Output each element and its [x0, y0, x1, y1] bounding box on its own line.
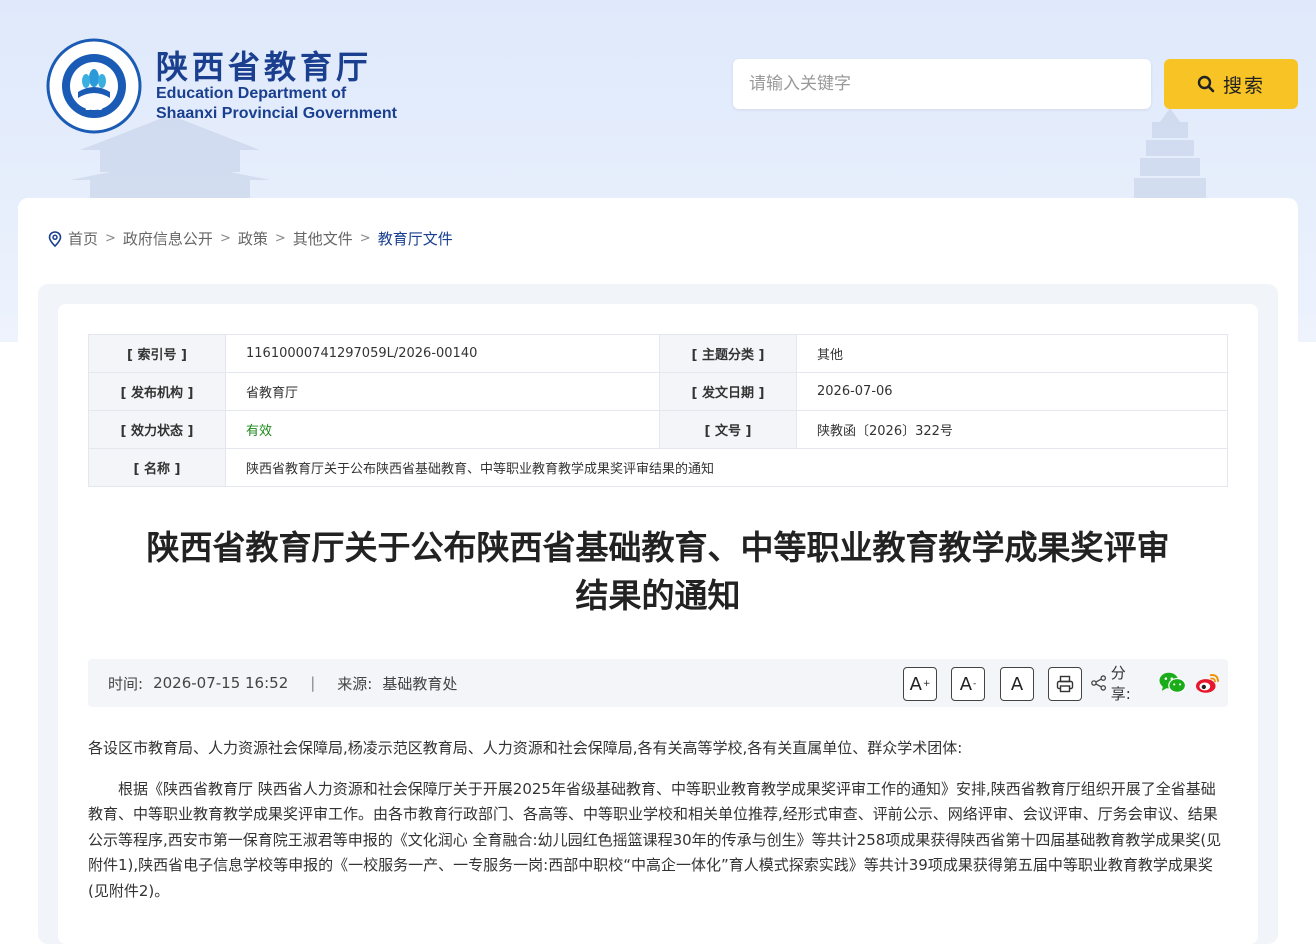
font-decrease-button[interactable]: A-	[951, 667, 985, 701]
doc-name-label: [ 名称 ]	[88, 448, 226, 487]
breadcrumb-separator: >	[274, 231, 286, 246]
article-title-line1: 陕西省教育厅关于公布陕西省基础教育、中等职业教育教学成果奖评审	[146, 528, 1170, 567]
article-meta: 时间: 2026-07-15 16:52 | 来源: 基础教育处	[108, 659, 457, 707]
breadcrumb-other-files[interactable]: 其他文件	[293, 228, 353, 249]
search-button-label: 搜索	[1222, 74, 1265, 97]
search-input[interactable]	[733, 59, 1151, 109]
print-button[interactable]	[1048, 667, 1082, 701]
category-value: 其他	[796, 334, 1228, 373]
breadcrumb-home[interactable]: 首页	[68, 228, 98, 249]
site-title-english-line1: Education Department of	[156, 85, 347, 102]
article-title: 陕西省教育厅关于公布陕西省基础教育、中等职业教育教学成果奖评审 结果的通知	[118, 524, 1198, 620]
weibo-icon[interactable]	[1195, 672, 1220, 694]
breadcrumb: 首页 > 政府信息公开 > 政策 > 其他文件 > 教育厅文件	[48, 228, 453, 249]
article-title-line2: 结果的通知	[575, 576, 741, 615]
article-paragraph: 各设区市教育局、人力资源社会保障局,杨凌示范区教育局、人力资源和社会保障局,各有…	[88, 739, 963, 757]
plus-icon: +	[922, 679, 931, 689]
wechat-icon[interactable]	[1159, 671, 1187, 695]
document-metadata-table: [ 索引号 ] 11610000741297059L/2026-00140 [ …	[88, 334, 1228, 487]
article-body: 各设区市教育局、人力资源社会保障局,杨凌示范区教育局、人力资源和社会保障局,各有…	[88, 736, 1228, 919]
breadcrumb-separator: >	[359, 231, 371, 246]
doc-name-value: 陕西省教育厅关于公布陕西省基础教育、中等职业教育教学成果奖评审结果的通知	[225, 448, 1228, 487]
font-increase-button[interactable]: A +	[903, 667, 937, 701]
breadcrumb-dept-files[interactable]: 教育厅文件	[378, 228, 453, 249]
category-label: [ 主题分类 ]	[659, 334, 797, 373]
breadcrumb-separator: >	[219, 231, 231, 246]
share-icon	[1091, 675, 1107, 691]
table-row: [ 名称 ] 陕西省教育厅关于公布陕西省基础教育、中等职业教育教学成果奖评审结果…	[88, 448, 1228, 487]
font-default-label: A	[1010, 673, 1024, 695]
svg-text:EDS: EDS	[85, 103, 103, 112]
table-row: [ 发布机构 ] 省教育厅 [ 发文日期 ] 2026-07-06	[88, 372, 1228, 411]
share-area: 分享:	[1091, 659, 1228, 707]
issue-date-value: 2026-07-06	[796, 372, 1228, 411]
site-title-english: Education Department of Shaanxi Provinci…	[156, 84, 397, 124]
breadcrumb-policy[interactable]: 政策	[238, 228, 268, 249]
index-no-value: 11610000741297059L/2026-00140	[225, 334, 660, 373]
source-value: 基础教育处	[382, 674, 458, 693]
breadcrumb-gov-info[interactable]: 政府信息公开	[123, 228, 213, 249]
publish-time-label: 时间:	[108, 674, 144, 693]
site-title-english-line2: Shaanxi Provincial Government	[156, 105, 397, 122]
printer-icon	[1056, 675, 1074, 693]
font-increase-label: A	[909, 673, 922, 695]
status-value: 有效	[225, 410, 660, 449]
info-divider: |	[310, 674, 316, 692]
status-label: [ 效力状态 ]	[88, 410, 226, 449]
publisher-value: 省教育厅	[225, 372, 660, 411]
article-info-bar: 时间: 2026-07-15 16:52 | 来源: 基础教育处 A + A- A…	[88, 659, 1228, 707]
doc-number-label: [ 文号 ]	[659, 410, 797, 449]
publish-time: 2026-07-15 16:52	[153, 674, 289, 692]
breadcrumb-separator: >	[105, 231, 116, 246]
share-label: 分享:	[1110, 664, 1131, 703]
index-no-label: [ 索引号 ]	[88, 334, 226, 373]
table-row: [ 索引号 ] 11610000741297059L/2026-00140 [ …	[88, 334, 1228, 373]
source-label: 来源:	[337, 674, 373, 693]
font-default-button[interactable]: A	[1000, 667, 1034, 701]
minus-icon: -	[973, 679, 977, 689]
pagoda-silhouette-right	[1134, 108, 1206, 208]
font-decrease-label: A	[959, 673, 973, 695]
issue-date-label: [ 发文日期 ]	[659, 372, 797, 411]
article-paragraph: 根据《陕西省教育厅 陕西省人力资源和社会保障厅关于开展2025年省级基础教育、中…	[88, 779, 1222, 900]
publisher-label: [ 发布机构 ]	[88, 372, 226, 411]
education-dept-logo: EDS	[46, 38, 142, 134]
table-row: [ 效力状态 ] 有效 [ 文号 ] 陕教函〔2026〕322号	[88, 410, 1228, 449]
search-button[interactable]: 搜索	[1164, 59, 1298, 109]
doc-number-value: 陕教函〔2026〕322号	[796, 410, 1228, 449]
location-pin-icon	[48, 230, 62, 247]
site-title-chinese: 陕西省教育厅	[156, 48, 373, 86]
search-icon	[1197, 75, 1215, 93]
